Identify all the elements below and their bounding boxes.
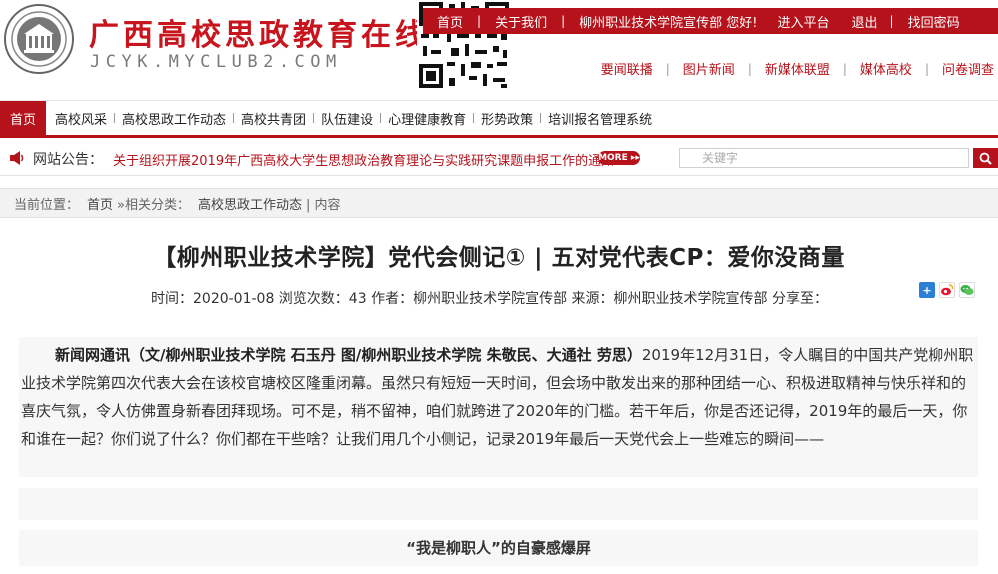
site-header: 广西高校思政教育在线 JCYK.MYCLUB2.COM 首页 | 关于我们 | … <box>0 0 998 100</box>
site-domain: JCYK.MYCLUB2.COM <box>90 52 342 72</box>
nav-item-campus-style[interactable]: 高校风采 <box>46 101 114 135</box>
notice-label: 网站公告： <box>33 152 103 168</box>
nav-item-home[interactable]: 首页 <box>0 101 47 135</box>
sub-link-new-media-alliance[interactable]: 新媒体联盟 <box>752 59 843 78</box>
top-link-home[interactable]: 首页 <box>423 12 477 31</box>
top-link-about[interactable]: 关于我们 <box>481 12 561 31</box>
top-user-greeting: 柳州职业技术学院宣传部 您好! <box>579 15 758 31</box>
article-body: 新闻网通讯（文/柳州职业技术学院 石玉丹 图/柳州职业技术学院 朱敬民、大通社 … <box>19 337 978 477</box>
site-title: 广西高校思政教育在线 <box>89 18 429 53</box>
more-button[interactable]: MORE ▸▸ <box>598 151 640 165</box>
top-link-recover-password[interactable]: 找回密码 <box>894 12 974 31</box>
article-title: 【柳州职业技术学院】党代会侧记① | 五对党代表CP：爱你没商量 <box>153 245 845 271</box>
breadcrumb-prefix: 当前位置： <box>14 197 80 213</box>
nav-item-ideology-work-news[interactable]: 高校思政工作动态 <box>115 101 233 135</box>
speaker-icon <box>10 151 24 165</box>
nav-item-training-registration[interactable]: 培训报名管理系统 <box>541 101 659 135</box>
notice-marquee-link[interactable]: 关于组织开展2019年广西高校大学生思想政治教育理论与实践研究课题申报工作的通知 <box>113 150 650 169</box>
breadcrumb-category-link[interactable]: 高校思政工作动态 <box>198 194 302 213</box>
university-emblem-icon[interactable] <box>4 4 74 74</box>
breadcrumb: 当前位置： 首页 »相关分类： 高校思政工作动态 | 内容 <box>0 188 998 218</box>
nav-item-youth-league[interactable]: 高校共青团 <box>234 101 313 135</box>
sub-link-survey[interactable]: 问卷调查 <box>929 59 994 78</box>
nav-item-policy[interactable]: 形势政策 <box>474 101 540 135</box>
nav-item-team-building[interactable]: 队伍建设 <box>314 101 380 135</box>
wechat-icon[interactable] <box>959 282 975 298</box>
breadcrumb-tail: | 内容 <box>306 197 341 213</box>
top-link-enter-platform[interactable]: 进入平台 <box>767 12 839 31</box>
search-icon <box>979 152 992 165</box>
article-section-heading: “我是柳职人”的自豪感爆屏 <box>19 530 978 566</box>
breadcrumb-home-link[interactable]: 首页 <box>87 194 113 213</box>
sub-link-news-broadcast[interactable]: 要闻联播 <box>588 59 666 78</box>
search-input[interactable] <box>679 148 969 168</box>
nav-item-mental-health[interactable]: 心理健康教育 <box>381 101 473 135</box>
secondary-nav: 要闻联播 | 图片新闻 | 新媒体联盟 | 媒体高校 | 问卷调查 <box>588 59 994 79</box>
sub-link-media-universities[interactable]: 媒体高校 <box>847 59 925 78</box>
top-link-logout[interactable]: 退出 <box>840 12 890 31</box>
breadcrumb-category-prefix: »相关分类： <box>117 197 190 213</box>
search-button[interactable] <box>973 148 998 168</box>
article-spacer-block <box>19 488 978 520</box>
share-plus-icon[interactable]: + <box>919 282 935 298</box>
share-icons: + <box>919 282 975 298</box>
article-lead: 新闻网通讯（文/柳州职业技术学院 石玉丹 图/柳州职业技术学院 朱敬民、大通社 … <box>55 346 642 364</box>
article-meta: 时间：2020-01-08 浏览次数：43 作者：柳州职业技术学院宣传部 来源：… <box>151 291 828 307</box>
top-account-bar: 首页 | 关于我们 | 柳州职业技术学院宣传部 您好! 进入平台 退出 | 找回… <box>423 8 998 34</box>
weibo-icon[interactable] <box>939 282 955 298</box>
sub-link-photo-news[interactable]: 图片新闻 <box>670 59 748 78</box>
main-nav: 首页 高校风采 高校思政工作动态 高校共青团 队伍建设 心理健康教育 形势政策 … <box>0 100 998 138</box>
